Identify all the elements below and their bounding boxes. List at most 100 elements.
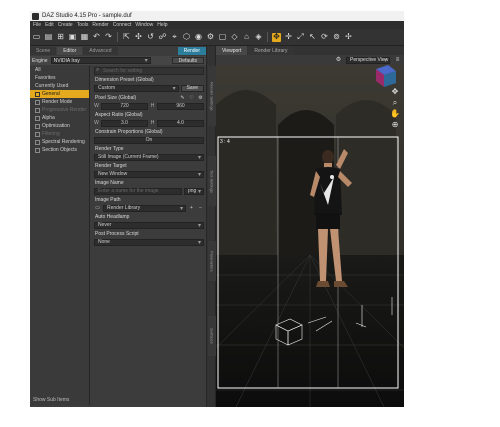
add-path-icon[interactable]: + <box>188 205 195 212</box>
side-tab-surfaces[interactable]: Surfaces <box>208 316 216 356</box>
category-alpha[interactable]: Alpha <box>30 114 89 122</box>
render-type-group: Render Type Still Image (Current Frame) <box>94 146 204 161</box>
menu-create[interactable]: Create <box>58 22 73 28</box>
pixel-size-title: Pixel Size (Global) <box>95 94 137 101</box>
category-render-mode[interactable]: Render Mode <box>30 98 89 106</box>
favorite-icon[interactable]: ♡ <box>188 95 195 102</box>
category-general[interactable]: General <box>30 90 89 98</box>
image-format-select[interactable]: png <box>184 187 204 195</box>
dimension-preset-group: Dimension Preset (Global) Custom Save <box>94 77 204 92</box>
category-section-objects[interactable]: Section Objects <box>30 146 89 154</box>
move-icon[interactable]: ✢ <box>344 33 353 42</box>
category-label: General <box>42 91 60 97</box>
category-list: All Favorites Currently Used General Ren… <box>30 66 90 405</box>
universal-tool-icon[interactable]: ✥ <box>272 32 281 42</box>
scale-tool-icon[interactable]: ⤢ <box>296 33 305 42</box>
merge-icon[interactable]: ⊞ <box>56 33 65 42</box>
category-label: Progressive Render <box>42 107 87 113</box>
toolbar-divider <box>267 32 268 42</box>
pixel-height-field[interactable]: 960 <box>157 102 204 110</box>
region-tool-icon[interactable]: ▢ <box>218 33 227 42</box>
node-weight-icon[interactable]: ⚙ <box>206 33 215 42</box>
pixel-width-field[interactable]: 720 <box>101 102 148 110</box>
defaults-button[interactable]: Defaults <box>171 57 204 64</box>
scene-tool-icon[interactable]: ⌂ <box>242 33 251 42</box>
render-type-select[interactable]: Still Image (Current Frame) <box>94 153 204 161</box>
surface-tool-icon[interactable]: ◇ <box>230 33 239 42</box>
category-currently-used[interactable]: Currently Used <box>30 82 89 90</box>
zoom-control-icon[interactable]: ⌕ <box>393 99 397 107</box>
new-file-icon[interactable]: ▭ <box>32 33 41 42</box>
category-filtering[interactable]: Filtering <box>30 130 89 138</box>
menu-edit[interactable]: Edit <box>45 22 54 28</box>
tab-scene[interactable]: Scene <box>30 47 57 55</box>
side-tab-parameters[interactable]: Parameters <box>208 241 216 281</box>
pointer-tool-icon[interactable]: ⇱ <box>122 33 131 42</box>
post-process-select[interactable]: None <box>94 238 204 246</box>
folder-icon[interactable]: ▭ <box>94 205 101 212</box>
3d-viewport[interactable]: 3 : 4 ✥ ⌕ ✋ ⊕ <box>216 65 404 407</box>
menu-render[interactable]: Render <box>92 22 108 28</box>
pose-tool-icon[interactable]: ☍ <box>158 33 167 42</box>
aspect-height-field[interactable]: 4.0 <box>157 119 204 127</box>
category-label: Spectral Rendering <box>42 139 85 145</box>
side-tab-tool-settings[interactable]: Tool Settings <box>208 156 216 206</box>
rotate-tool-icon[interactable]: ↺ <box>146 33 155 42</box>
viewport-menu-icon[interactable]: ≡ <box>393 56 402 65</box>
menu-file[interactable]: File <box>33 22 41 28</box>
category-favorites[interactable]: Favorites <box>30 74 89 82</box>
render-target-select[interactable]: New Window <box>94 170 204 178</box>
menu-help[interactable]: Help <box>157 22 167 28</box>
settings-search-input[interactable]: Search for setting <box>94 67 204 75</box>
rotate-icon[interactable]: ⟳ <box>320 33 329 42</box>
tab-viewport[interactable]: Viewport <box>216 46 248 55</box>
tab-render[interactable]: Render <box>177 47 206 55</box>
camera-select[interactable]: Perspective View <box>346 56 390 64</box>
transform-tool-icon[interactable]: ✣ <box>134 33 143 42</box>
remove-path-icon[interactable]: − <box>197 205 204 212</box>
post-process-group: Post Process Script None <box>94 231 204 246</box>
tab-render-library[interactable]: Render Library <box>248 46 294 55</box>
camera-options-icon[interactable]: ⚙ <box>334 56 343 65</box>
select-tool-icon[interactable]: ↖ <box>308 33 317 42</box>
orbit-icon[interactable]: ⊚ <box>332 33 341 42</box>
side-tab-strip: Render Settings Tool Settings Parameters… <box>206 46 216 407</box>
orbit-control-icon[interactable]: ✥ <box>392 88 399 96</box>
category-progressive-render[interactable]: Progressive Render <box>30 106 89 114</box>
show-sub-items-toggle[interactable]: Show Sub Items <box>33 397 69 403</box>
translate-tool-icon[interactable]: ✛ <box>284 33 293 42</box>
dimension-preset-select[interactable]: Custom <box>94 84 179 92</box>
image-name-input[interactable]: Enter a name for the image <box>94 187 182 195</box>
joint-editor-icon[interactable]: ⌖ <box>170 33 179 42</box>
aspect-width-label: W <box>94 120 99 126</box>
tab-editor[interactable]: Editor <box>57 47 83 55</box>
geometry-editor-icon[interactable]: ⬡ <box>182 33 191 42</box>
menu-connect[interactable]: Connect <box>113 22 132 28</box>
render-target-group: Render Target New Window <box>94 163 204 178</box>
pan-control-icon[interactable]: ✋ <box>390 110 400 118</box>
link-icon[interactable]: ✎ <box>179 95 186 102</box>
undo-icon[interactable]: ↶ <box>92 33 101 42</box>
constrain-toggle[interactable]: On <box>94 136 204 144</box>
redo-icon[interactable]: ↷ <box>104 33 113 42</box>
menu-tools[interactable]: Tools <box>77 22 89 28</box>
frame-control-icon[interactable]: ⊕ <box>392 121 399 129</box>
save-preset-button[interactable]: Save <box>180 84 204 92</box>
save-as-icon[interactable]: ▦ <box>80 33 89 42</box>
open-file-icon[interactable]: ▤ <box>44 33 53 42</box>
shape-tool-icon[interactable]: ◈ <box>254 33 263 42</box>
engine-select[interactable]: NVIDIA Iray <box>50 57 151 64</box>
image-path-select[interactable]: Render Library <box>103 204 186 212</box>
category-optimization[interactable]: Optimization <box>30 122 89 130</box>
side-tab-render-settings[interactable]: Render Settings <box>208 66 216 126</box>
tab-advanced[interactable]: Advanced <box>83 47 118 55</box>
auto-headlamp-select[interactable]: Never <box>94 221 204 229</box>
options-icon[interactable]: ⚙ <box>197 95 204 102</box>
menu-window[interactable]: Window <box>135 22 153 28</box>
category-spectral-rendering[interactable]: Spectral Rendering <box>30 138 89 146</box>
pixel-size-group: Pixel Size (Global) ✎ ♡ ⚙ W 720 H 960 <box>94 94 204 110</box>
spot-render-icon[interactable]: ◉ <box>194 33 203 42</box>
save-icon[interactable]: ▣ <box>68 33 77 42</box>
aspect-width-field[interactable]: 3.0 <box>101 119 148 127</box>
category-all[interactable]: All <box>30 66 89 74</box>
